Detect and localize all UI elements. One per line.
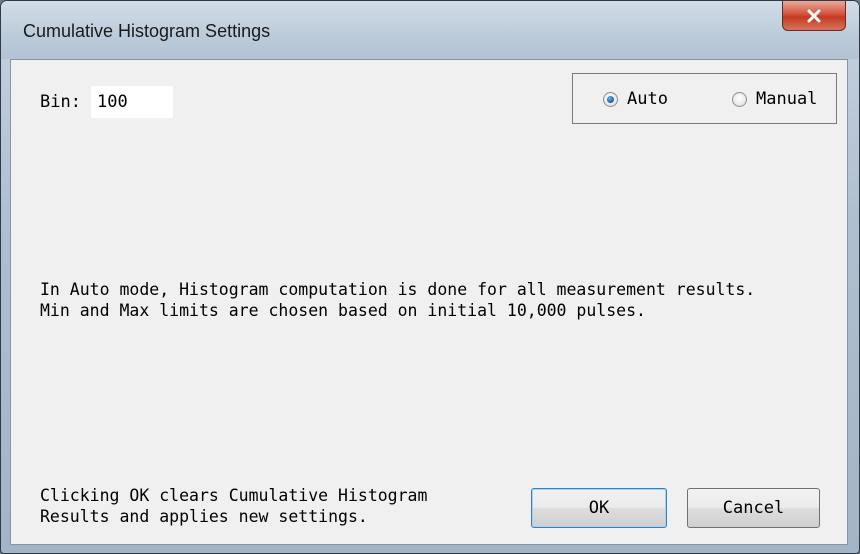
close-icon — [806, 9, 822, 23]
dialog-content: Bin: Auto Manual In Auto mode, Histogram… — [10, 59, 848, 545]
title-bar[interactable]: Cumulative Histogram Settings — [1, 1, 859, 59]
footer-line-2: Results and applies new settings. — [40, 507, 368, 526]
window-title: Cumulative Histogram Settings — [23, 21, 271, 41]
footer-note: Clicking OK clears Cumulative Histogram … — [40, 485, 427, 527]
mode-radio-group: Auto Manual — [572, 73, 837, 124]
info-line-1: In Auto mode, Histogram computation is d… — [40, 280, 756, 299]
radio-auto-indicator[interactable] — [603, 91, 618, 107]
radio-manual-label: Manual — [756, 89, 818, 109]
cancel-button[interactable]: Cancel — [687, 488, 820, 528]
radio-manual-indicator[interactable] — [732, 91, 747, 107]
radio-auto-label: Auto — [627, 89, 668, 109]
ok-button[interactable]: OK — [531, 488, 667, 528]
close-button[interactable] — [782, 1, 846, 31]
radio-auto[interactable]: Auto — [603, 89, 668, 109]
footer-line-1: Clicking OK clears Cumulative Histogram — [40, 486, 428, 505]
auto-mode-description: In Auto mode, Histogram computation is d… — [40, 279, 755, 321]
bin-input[interactable] — [91, 86, 173, 118]
dialog-window: Cumulative Histogram Settings Bin: Auto … — [0, 0, 860, 554]
radio-manual[interactable]: Manual — [732, 89, 817, 109]
bin-label: Bin: — [40, 92, 81, 112]
info-line-2: Min and Max limits are chosen based on i… — [40, 301, 646, 320]
